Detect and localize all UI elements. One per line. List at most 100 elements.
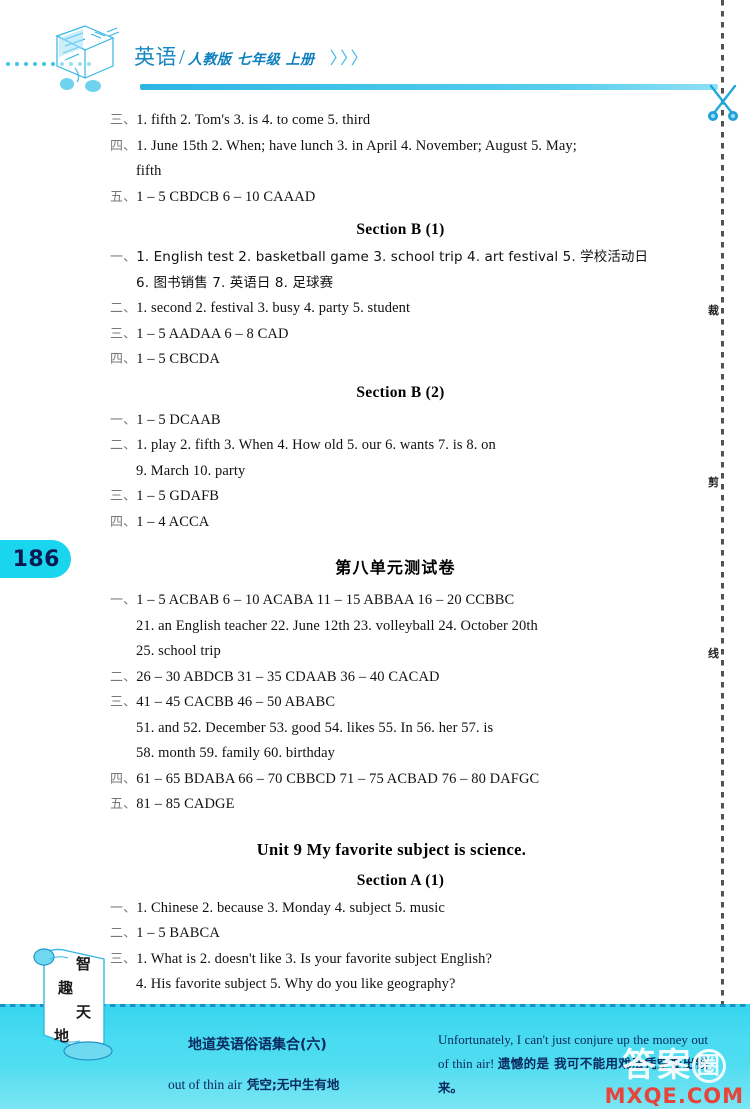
heading-unit8-test: 第八单元测试卷: [335, 558, 456, 577]
answer-line-text: 81 – 85 CADGE: [136, 796, 235, 812]
answer-line: 58. month 59. family 60. birthday: [110, 741, 655, 767]
answer-line: 四、1 – 4 ACCA: [110, 510, 655, 536]
answer-line-text: 1 – 5 CBCDA: [136, 351, 220, 367]
header-subject: 英语: [134, 45, 177, 69]
answer-line: 三、1. fifth 2. Tom's 3. is 4. to come 5. …: [110, 108, 655, 134]
answer-line-text: 1 – 5 ACBAB 6 – 10 ACABA 11 – 15 ABBAA 1…: [136, 592, 515, 608]
answer-line: fifth: [110, 159, 655, 185]
answer-line-number: 五、: [110, 797, 137, 812]
answer-line-text: 26 – 30 ABDCB 31 – 35 CDAAB 36 – 40 CACA…: [136, 668, 440, 685]
answer-line: 一、1. Chinese 2. because 3. Monday 4. sub…: [110, 896, 655, 922]
answer-line: 二、1 – 5 BABCA: [110, 921, 655, 947]
header-edition: 人教版 七年级 上册: [187, 52, 315, 68]
answer-line-number: 一、: [110, 593, 137, 608]
scroll-badge: 智 趣 天 地: [26, 939, 122, 1065]
answer-line-text: 9. March 10. party: [136, 462, 246, 479]
answer-line: 三、1 – 5 GDAFB: [110, 484, 655, 510]
answer-line-text: 1. June 15th 2. When; have lunch 3. in A…: [136, 137, 577, 154]
answer-line-text: 1. Chinese 2. because 3. Monday 4. subje…: [136, 899, 445, 916]
header-slash: /: [179, 45, 185, 69]
answer-line: 二、1. second 2. festival 3. busy 4. party…: [110, 296, 655, 322]
answer-line: 三、41 – 45 CACBB 46 – 50 ABABC: [110, 690, 655, 716]
scroll-char-1: 趣: [58, 979, 74, 997]
answer-line-number: 三、: [110, 113, 137, 128]
answer-line-text: 1 – 5 BABCA: [136, 925, 220, 941]
answer-line-text: 51. and 52. December 53. good 54. likes …: [136, 719, 494, 736]
header-title: 英语 / 人教版 七年级 上册 〉〉〉: [134, 41, 370, 71]
scroll-badge-text: 智 趣 天 地: [26, 939, 122, 1065]
answer-line-text: 1. play 2. fifth 3. When 4. How old 5. o…: [136, 437, 496, 453]
heading-unit9: Unit 9 My favorite subject is science.: [256, 839, 527, 859]
answer-line-number: 四、: [110, 771, 137, 787]
answer-line-text: 61 – 65 BDABA 66 – 70 CBBCD 71 – 75 ACBA…: [136, 770, 540, 787]
answer-line: 4. His favorite subject 5. Why do you li…: [110, 972, 655, 998]
answer-line: 三、1. What is 2. doesn't like 3. Is your …: [110, 947, 655, 973]
answer-line-number: 一、: [110, 900, 137, 916]
answer-line-number: 一、: [110, 412, 137, 428]
idiom-entry-chinese: 凭空;无中生有地: [246, 1077, 340, 1092]
answer-line-number: 二、: [110, 301, 137, 316]
answer-line-number: 三、: [110, 489, 137, 504]
answer-line-text: 1. English test 2. basketball game 3. sc…: [136, 249, 649, 265]
answer-line-text: 1 – 4 ACCA: [136, 513, 210, 530]
answer-line: 四、1 – 5 CBCDA: [110, 347, 655, 373]
idiom-section-title: 地道英语俗语集合(六): [188, 1037, 327, 1053]
heading-section-b1: Section B (1): [356, 221, 445, 238]
answer-line-text: 6. 图书销售 7. 英语日 8. 足球赛: [136, 274, 334, 291]
book-logo-icon: [55, 25, 120, 92]
answer-line-number: 五、: [110, 189, 137, 205]
answer-line-number: 二、: [110, 669, 137, 685]
scissors-icon: [708, 84, 738, 121]
answer-line-text: 58. month 59. family 60. birthday: [136, 745, 336, 761]
cut-line-char-1: 剪: [707, 475, 720, 490]
answer-line: 三、1 – 5 AADAA 6 – 8 CAD: [110, 322, 655, 348]
answer-line-text: 1. fifth 2. Tom's 3. is 4. to come 5. th…: [136, 112, 371, 128]
answer-line-text: 1 – 5 AADAA 6 – 8 CAD: [136, 325, 289, 342]
answer-line-number: 三、: [110, 695, 137, 710]
scroll-char-2: 天: [76, 1003, 92, 1021]
answer-line: 一、1 – 5 DCAAB: [110, 408, 655, 434]
answer-line: 一、1. English test 2. basketball game 3. …: [110, 245, 655, 271]
answer-key-content: 三、1. fifth 2. Tom's 3. is 4. to come 5. …: [110, 108, 655, 998]
answer-line: 9. March 10. party: [110, 459, 655, 485]
idiom-entry: out of thin air 凭空;无中生有地: [168, 1074, 339, 1093]
answer-line-text: 1 – 5 CBDCB 6 – 10 CAAAD: [136, 188, 316, 205]
answer-line: 四、1. June 15th 2. When; have lunch 3. in…: [110, 134, 655, 160]
answer-line-text: 1 – 5 GDAFB: [136, 488, 220, 504]
page-header: 英语 / 人教版 七年级 上册 〉〉〉: [0, 0, 750, 104]
cut-line-char-2: 线: [707, 646, 720, 661]
cut-line-dotted: [721, 0, 724, 1009]
answer-line: 五、81 – 85 CADGE: [110, 792, 655, 818]
heading-section-a1: Section A (1): [356, 871, 445, 889]
header-rule: [140, 84, 718, 90]
answer-line-number: 一、: [110, 250, 137, 265]
answer-line-text: 1 – 5 DCAAB: [136, 411, 221, 428]
answer-line-text: 1. second 2. festival 3. busy 4. party 5…: [136, 300, 411, 316]
answer-line-number: 四、: [110, 352, 137, 367]
answer-line: 二、1. play 2. fifth 3. When 4. How old 5.…: [110, 433, 655, 459]
page-number-badge: 186: [0, 540, 71, 578]
answer-line-number: 四、: [110, 138, 137, 154]
answer-line-text: 21. an English teacher 22. June 12th 23.…: [136, 617, 538, 634]
idiom-entry-english: out of thin air: [168, 1077, 242, 1092]
answer-line-text: 25. school trip: [136, 643, 221, 659]
answer-line-text: 41 – 45 CACBB 46 – 50 ABABC: [136, 694, 336, 710]
answer-line: 四、61 – 65 BDABA 66 – 70 CBBCD 71 – 75 AC…: [110, 767, 655, 793]
cut-line-char-0: 裁: [707, 303, 720, 318]
answer-line: 6. 图书销售 7. 英语日 8. 足球赛: [110, 271, 655, 297]
idiom-example: Unfortunately, I can't just conjure up t…: [438, 1028, 708, 1100]
scroll-char-0: 智: [76, 955, 92, 973]
answer-line-text: 1. What is 2. doesn't like 3. Is your fa…: [136, 950, 492, 967]
answer-line-number: 二、: [110, 438, 137, 453]
answer-line: 二、26 – 30 ABDCB 31 – 35 CDAAB 36 – 40 CA…: [110, 665, 655, 691]
heading-section-b2: Section B (2): [356, 383, 445, 401]
answer-line-text: 4. His favorite subject 5. Why do you li…: [136, 976, 456, 992]
answer-line: 51. and 52. December 53. good 54. likes …: [110, 716, 655, 742]
answer-line: 25. school trip: [110, 639, 655, 665]
answer-line-number: 三、: [110, 326, 137, 342]
chevron-right-icon: 〉〉〉: [329, 49, 370, 68]
answer-line-number: 四、: [110, 514, 137, 530]
answer-line-text: fifth: [136, 163, 162, 179]
answer-line: 一、1 – 5 ACBAB 6 – 10 ACABA 11 – 15 ABBAA…: [110, 588, 655, 614]
answer-line: 五、1 – 5 CBDCB 6 – 10 CAAAD: [110, 185, 655, 211]
